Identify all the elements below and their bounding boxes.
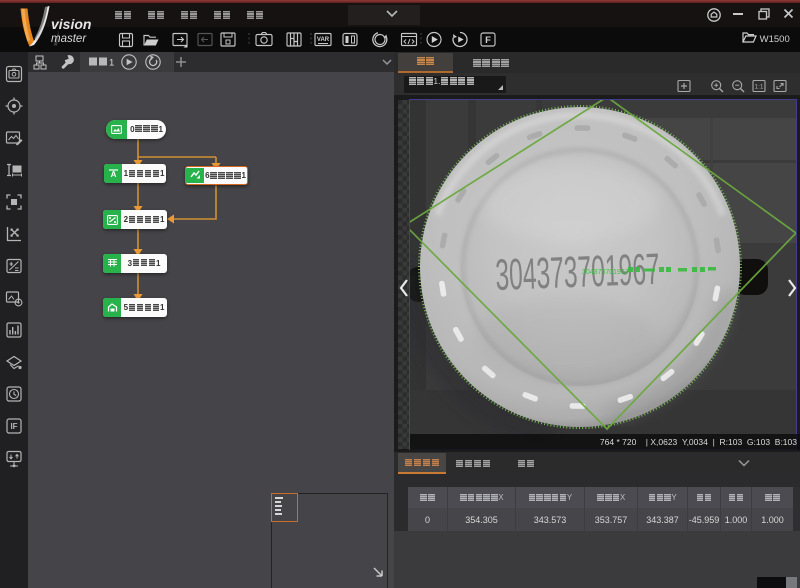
- svg-text:304373701967: 304373701967: [494, 244, 660, 300]
- svg-text:F: F: [485, 35, 491, 46]
- svg-text:304373701967: 304373701967: [582, 269, 629, 276]
- svg-text:IF: IF: [10, 422, 17, 431]
- svg-text:A: A: [110, 170, 116, 179]
- svg-text:VAR: VAR: [317, 37, 330, 43]
- svg-text:1: 1: [109, 58, 114, 69]
- svg-text:1:1: 1:1: [754, 84, 763, 91]
- svg-text:vision: vision: [51, 16, 91, 32]
